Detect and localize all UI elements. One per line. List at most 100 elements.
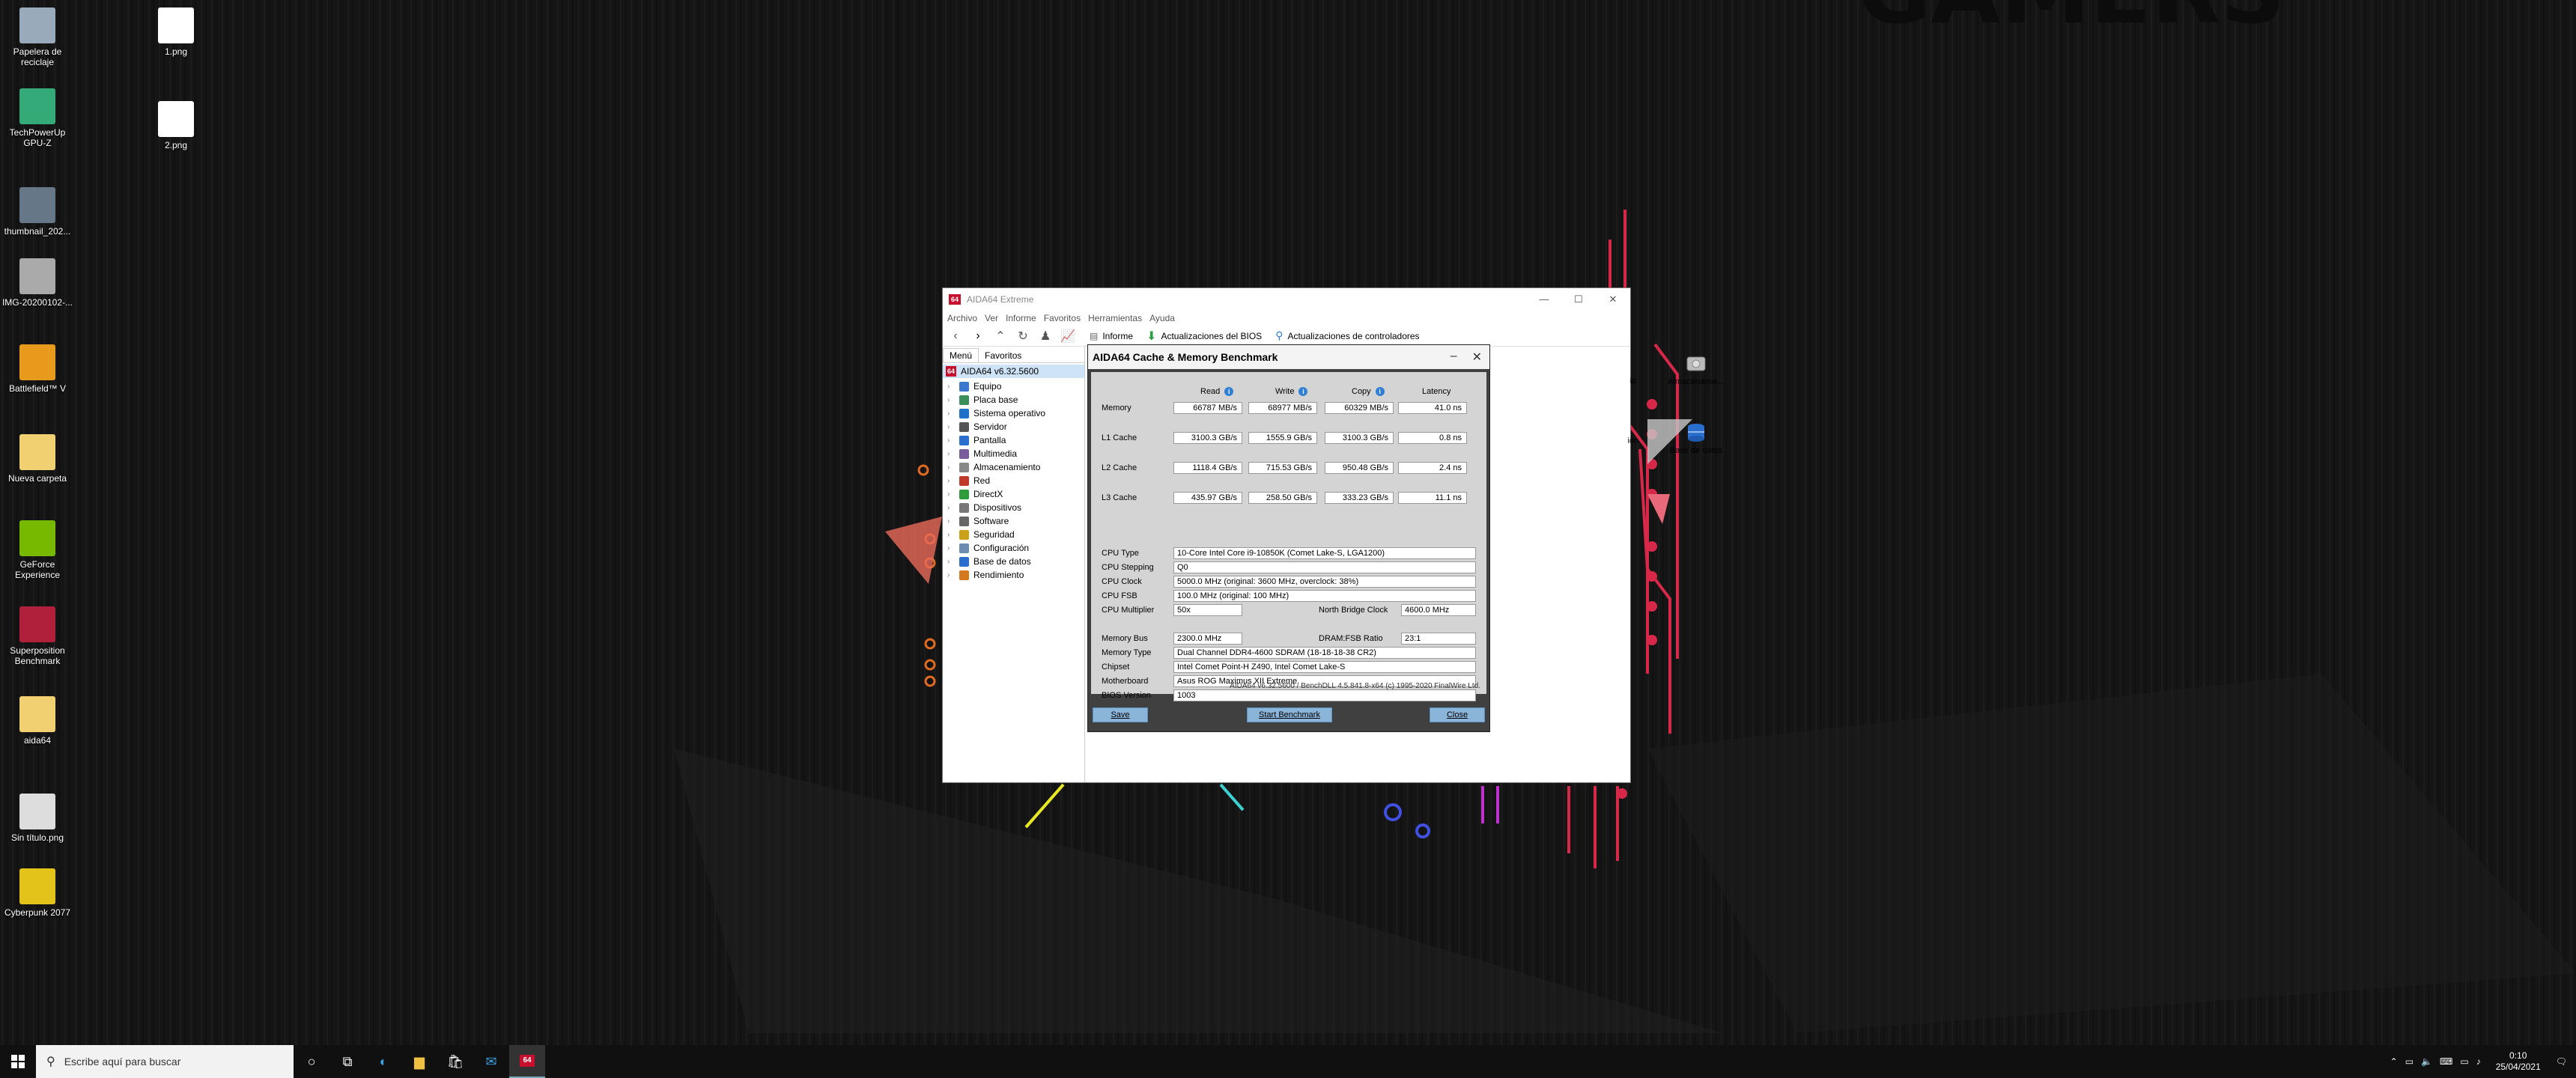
tree-item[interactable]: › Pantalla — [943, 433, 1084, 447]
cpu-multiplier-label: CPU Multiplier — [1102, 606, 1155, 615]
speaker-icon[interactable]: 🔈 — [2421, 1056, 2432, 1067]
up-arrow-icon[interactable]: ⌃ — [992, 329, 1009, 344]
tree-item[interactable]: › Base de datos — [943, 555, 1084, 568]
maximize-button[interactable]: ☐ — [1561, 293, 1596, 305]
chevron-right-icon[interactable]: › — [947, 558, 955, 566]
keyboard-icon[interactable]: ⌨ — [2440, 1056, 2452, 1067]
volume-icon[interactable]: ♪ — [2476, 1056, 2481, 1067]
minimize-button[interactable]: — — [1527, 293, 1561, 305]
aida64-taskbar-button[interactable]: 64 — [509, 1045, 545, 1078]
chevron-right-icon[interactable]: › — [947, 463, 955, 472]
close-dialog-button[interactable]: Close — [1430, 707, 1485, 722]
benchmark-titlebar[interactable]: AIDA64 Cache & Memory Benchmark – ✕ — [1088, 345, 1489, 369]
menu-archivo[interactable]: Archivo — [947, 313, 977, 323]
category-icon — [959, 475, 969, 486]
tree-item[interactable]: › Configuración — [943, 541, 1084, 555]
task-view-icon: ⧉ — [342, 1053, 353, 1069]
desktop-icon[interactable]: Papelera de reciclaje — [0, 7, 75, 67]
tree-item[interactable]: › Equipo — [943, 380, 1084, 393]
desktop-icon[interactable]: TechPowerUp GPU-Z — [0, 88, 75, 148]
tree-item[interactable]: › Almacenamiento — [943, 460, 1084, 474]
chevron-right-icon[interactable]: › — [947, 504, 955, 512]
explorer-taskbar-button[interactable]: ▆ — [401, 1045, 437, 1078]
chart-icon[interactable]: 📈 — [1060, 329, 1076, 344]
desktop-icon[interactable]: thumbnail_202... — [0, 187, 75, 237]
task-view-button[interactable]: ⧉ — [329, 1045, 365, 1078]
chevron-right-icon[interactable]: › — [947, 396, 955, 404]
aida64-titlebar[interactable]: 64 AIDA64 Extreme — ☐ ✕ — [943, 288, 1630, 311]
edge-taskbar-button[interactable]: ◐ — [365, 1045, 401, 1078]
tree-item[interactable]: › Seguridad — [943, 528, 1084, 541]
tree-item[interactable]: › Software — [943, 514, 1084, 528]
desktop-icon[interactable]: Cyberpunk 2077 — [0, 868, 75, 918]
notification-icon[interactable]: 🗨 — [2556, 1056, 2567, 1067]
tree-item[interactable]: › Red — [943, 474, 1084, 487]
chevron-right-icon[interactable]: › — [947, 409, 955, 418]
desktop-icon[interactable]: IMG-20200102-... — [0, 258, 75, 308]
chevron-right-icon[interactable]: › — [947, 383, 955, 391]
close-button[interactable]: ✕ — [1596, 293, 1630, 305]
tree-item[interactable]: › DirectX — [943, 487, 1084, 501]
tree-item[interactable]: › Servidor — [943, 420, 1084, 433]
chevron-right-icon[interactable]: › — [947, 544, 955, 552]
desktop-icon-image — [19, 7, 55, 43]
database-category[interactable]: Base de datos — [1655, 421, 1737, 455]
tree-item[interactable]: › Multimedia — [943, 447, 1084, 460]
desktop-icon[interactable]: GeForce Experience — [0, 520, 75, 580]
result-cell-read: 435.97 GB/s — [1173, 492, 1242, 504]
cortana-button[interactable]: ○ — [294, 1045, 329, 1078]
battery-icon[interactable]: ▭ — [2460, 1056, 2468, 1067]
chevron-up-icon[interactable]: ⌃ — [2390, 1056, 2398, 1067]
menu-ayuda[interactable]: Ayuda — [1149, 313, 1175, 323]
chevron-right-icon[interactable]: › — [947, 490, 955, 499]
desktop-icon[interactable]: aida64 — [0, 696, 75, 746]
close-button[interactable]: ✕ — [1472, 350, 1482, 365]
driver-updates-button[interactable]: ⚲ Actualizaciones de controladores — [1275, 329, 1419, 342]
tab-menu[interactable]: Menú — [943, 348, 979, 362]
refresh-icon[interactable]: ↻ — [1015, 329, 1031, 344]
desktop-icon[interactable]: Sin título.png — [0, 794, 75, 843]
desktop-icon[interactable]: Nueva carpeta — [0, 434, 75, 484]
menu-informe[interactable]: Informe — [1006, 313, 1036, 323]
report-button[interactable]: ▤ Informe — [1090, 331, 1133, 341]
network-icon[interactable]: ▭ — [2405, 1056, 2414, 1067]
chevron-right-icon[interactable]: › — [947, 477, 955, 485]
taskbar-clock[interactable]: 0:10 25/04/2021 — [2488, 1050, 2548, 1073]
info-icon[interactable]: i — [1224, 387, 1234, 396]
menu-herramientas[interactable]: Herramientas — [1088, 313, 1142, 323]
desktop-icon[interactable]: Superposition Benchmark — [0, 606, 75, 666]
tree-item[interactable]: › Placa base — [943, 393, 1084, 406]
aida64-sidebar: Menú Favoritos 64 AIDA64 v6.32.5600 › Equ… — [943, 347, 1085, 782]
info-icon[interactable]: i — [1375, 387, 1385, 396]
tree-item[interactable]: › Rendimiento — [943, 568, 1084, 582]
chevron-right-icon[interactable]: › — [947, 517, 955, 526]
forward-arrow-icon[interactable]: › — [970, 329, 986, 343]
chevron-right-icon[interactable]: › — [947, 450, 955, 458]
menu-ver[interactable]: Ver — [985, 313, 998, 323]
chevron-right-icon[interactable]: › — [947, 531, 955, 539]
start-button[interactable] — [0, 1045, 36, 1078]
store-taskbar-button[interactable]: 🛍 — [437, 1045, 473, 1078]
minimize-button[interactable]: – — [1450, 350, 1457, 365]
tab-favoritos[interactable]: Favoritos — [979, 349, 1027, 362]
start-benchmark-button[interactable]: Start Benchmark — [1247, 707, 1332, 722]
tree-item[interactable]: › Sistema operativo — [943, 406, 1084, 420]
info-icon[interactable]: i — [1298, 387, 1308, 396]
storage-category[interactable]: Almacenamie... — [1655, 353, 1737, 386]
user-icon[interactable]: ♟ — [1037, 329, 1054, 344]
desktop-icon[interactable]: 2.png — [139, 101, 213, 150]
back-arrow-icon[interactable]: ‹ — [947, 329, 964, 343]
bios-updates-button[interactable]: ⬇ Actualizaciones del BIOS — [1146, 329, 1262, 344]
tree-item[interactable]: › Dispositivos — [943, 501, 1084, 514]
chevron-right-icon[interactable]: › — [947, 436, 955, 445]
save-button[interactable]: Save — [1093, 707, 1148, 722]
taskbar-search-box[interactable]: ⚲ Escribe aquí para buscar — [36, 1045, 294, 1078]
desktop-icon[interactable]: Battlefield™ V — [0, 344, 75, 394]
category-icon — [959, 448, 969, 459]
chevron-right-icon[interactable]: › — [947, 571, 955, 579]
mail-taskbar-button[interactable]: ✉ — [473, 1045, 509, 1078]
desktop-icon[interactable]: 1.png — [139, 7, 213, 57]
menu-favoritos[interactable]: Favoritos — [1044, 313, 1081, 323]
chevron-right-icon[interactable]: › — [947, 423, 955, 431]
tree-root-aida64[interactable]: 64 AIDA64 v6.32.5600 — [943, 365, 1084, 378]
